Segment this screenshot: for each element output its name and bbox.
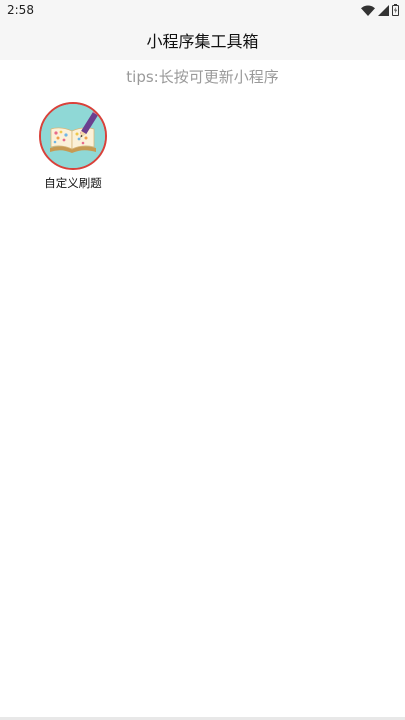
status-time: 2:58 [7, 3, 34, 17]
mini-program-name: 自定义刷题 [44, 176, 102, 190]
book-pencil-icon [41, 104, 105, 168]
mini-program-item[interactable]: 自定义刷题 [36, 102, 110, 191]
app-icon-frame[interactable] [39, 102, 107, 170]
wifi-icon [361, 5, 375, 16]
page-title: 小程序集工具箱 [146, 32, 259, 51]
app-screen: 2:58 小程序集工具箱 tips:长按可更新小程序 自定义刷题 [0, 0, 405, 720]
battery-icon [392, 4, 399, 16]
nav-bar: 小程序集工具箱 [0, 20, 405, 60]
status-bar: 2:58 [0, 0, 405, 20]
tips-text: tips:长按可更新小程序 [126, 68, 279, 86]
cell-signal-icon [378, 4, 389, 16]
status-icons [361, 4, 399, 16]
